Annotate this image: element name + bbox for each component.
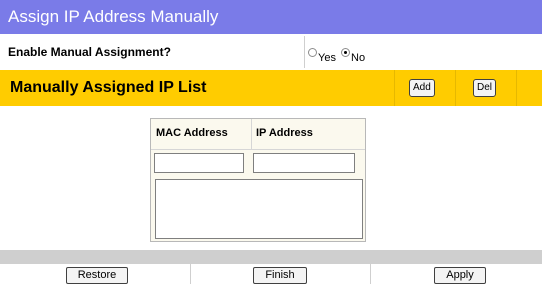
enable-manual-row: Enable Manual Assignment? Yes No bbox=[0, 34, 542, 68]
enable-row-divider bbox=[304, 36, 305, 68]
column-divider bbox=[251, 119, 252, 149]
button-divider bbox=[190, 264, 191, 284]
assigned-ip-listbox[interactable] bbox=[155, 179, 363, 239]
yes-radio[interactable] bbox=[308, 48, 317, 57]
button-divider bbox=[370, 264, 371, 284]
header-divider bbox=[455, 70, 456, 106]
page-title: Assign IP Address Manually bbox=[8, 7, 219, 26]
ip-list-title: Manually Assigned IP List bbox=[10, 79, 207, 96]
apply-button[interactable]: Apply bbox=[434, 267, 486, 284]
del-button[interactable]: Del bbox=[473, 79, 497, 97]
ip-list-header: Manually Assigned IP List bbox=[0, 70, 542, 106]
page-title-bar: Assign IP Address Manually bbox=[0, 0, 542, 34]
no-radio[interactable] bbox=[341, 48, 350, 57]
footer-divider-bar bbox=[0, 250, 542, 264]
header-underline bbox=[151, 149, 365, 150]
mac-address-header: MAC Address bbox=[156, 127, 228, 139]
yes-label: Yes bbox=[318, 52, 336, 64]
ip-address-header: IP Address bbox=[256, 127, 313, 139]
restore-button[interactable]: Restore bbox=[66, 267, 128, 284]
enable-manual-label: Enable Manual Assignment? bbox=[8, 45, 171, 59]
header-divider bbox=[516, 70, 517, 106]
ip-assignment-table: MAC Address IP Address bbox=[150, 118, 366, 242]
mac-address-input[interactable] bbox=[154, 153, 244, 173]
no-label: No bbox=[351, 52, 366, 64]
finish-button[interactable]: Finish bbox=[253, 267, 307, 284]
header-divider bbox=[394, 70, 395, 106]
add-button[interactable]: Add bbox=[409, 79, 435, 97]
ip-address-input[interactable] bbox=[253, 153, 355, 173]
